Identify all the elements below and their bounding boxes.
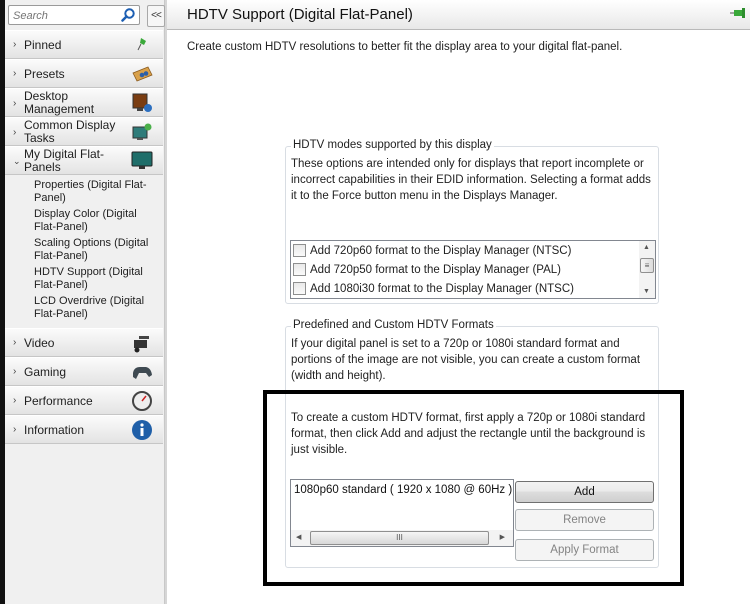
search-input[interactable] — [9, 7, 119, 25]
sidebar-item-presets[interactable]: › Presets — [5, 59, 163, 88]
sidebar-subitem-properties[interactable]: Properties (Digital Flat-Panel) — [5, 179, 163, 205]
chevron-right-icon: › — [13, 366, 17, 377]
sidebar-item-label: Gaming — [24, 365, 67, 379]
sidebar-item-label: Information — [24, 423, 85, 437]
search-icon[interactable] — [120, 7, 136, 23]
horizontal-scrollbar[interactable]: ◀ III ▶ — [291, 530, 513, 546]
scroll-down-arrow-icon[interactable]: ▼ — [643, 288, 650, 295]
checkbox[interactable] — [293, 282, 306, 295]
info-icon — [132, 420, 152, 440]
custom-format-instructions: To create a custom HDTV format, first ap… — [291, 412, 646, 456]
page-description: Create custom HDTV resolutions to better… — [187, 41, 623, 53]
sidebar-subitem-scaling-options[interactable]: Scaling Options (Digital Flat-Panel) — [5, 237, 163, 263]
sidebar-item-label: Video — [24, 336, 55, 350]
pushpin-icon[interactable] — [730, 6, 748, 20]
main-content: HDTV Support (Digital Flat-Panel) Create… — [167, 0, 750, 604]
chevron-right-icon: › — [13, 127, 17, 138]
sidebar-item-label: Desktop Management — [24, 89, 95, 116]
checkbox[interactable] — [293, 263, 306, 276]
desktop-management-icon — [132, 93, 152, 112]
hdtv-modes-list[interactable]: Add 720p60 format to the Display Manager… — [290, 240, 656, 299]
chevron-right-icon: › — [13, 424, 17, 435]
chevron-right-icon: › — [13, 98, 17, 109]
search-row: << — [8, 5, 165, 29]
sidebar-subitems: Properties (Digital Flat-Panel) Display … — [5, 175, 163, 328]
chevron-right-icon: › — [13, 337, 17, 348]
hdtv-mode-option[interactable]: Add 720p60 format to the Display Manager… — [293, 241, 571, 260]
gamepad-icon — [133, 367, 152, 379]
sidebar-subitem-hdtv-support[interactable]: HDTV Support (Digital Flat-Panel) — [5, 266, 163, 292]
formats-list[interactable]: 1080p60 standard ( 1920 x 1080 @ 60Hz ) … — [290, 479, 514, 547]
format-list-item[interactable]: 1080p60 standard ( 1920 x 1080 @ 60Hz ) — [294, 484, 512, 496]
hdtv-mode-option[interactable]: Add 720p50 format to the Display Manager… — [293, 260, 561, 279]
sidebar-subitem-lcd-overdrive[interactable]: LCD Overdrive (Digital Flat-Panel) — [5, 295, 163, 321]
hdtv-mode-option[interactable]: Add 1080i30 format to the Display Manage… — [293, 279, 574, 298]
sidebar-item-label: Presets — [24, 67, 65, 81]
video-camera-icon — [134, 336, 149, 353]
remove-button[interactable]: Remove — [515, 509, 654, 531]
group-description: If your digital panel is set to a 720p o… — [291, 338, 641, 382]
chevron-right-icon: › — [13, 39, 17, 50]
sidebar-item-my-digital-flat-panels[interactable]: ⌄ My Digital Flat-Panels — [5, 146, 163, 175]
checkbox-label: Add 1080i30 format to the Display Manage… — [310, 282, 574, 295]
display-tasks-icon — [132, 123, 152, 140]
scroll-left-arrow-icon[interactable]: ◀ — [296, 533, 301, 541]
chevron-right-icon: › — [13, 68, 17, 79]
sidebar-item-label: Performance — [24, 394, 93, 408]
sidebar-subitem-display-color[interactable]: Display Color (Digital Flat-Panel) — [5, 208, 163, 234]
add-button[interactable]: Add — [515, 481, 654, 503]
sidebar-item-label: My Digital Flat-Panels — [24, 147, 105, 174]
scrollbar-thumb[interactable]: ≡ — [640, 258, 654, 273]
scrollbar-thumb[interactable]: III — [310, 531, 489, 545]
presets-icon — [132, 66, 153, 82]
sidebar-item-information[interactable]: › Information — [5, 415, 163, 444]
search-field[interactable] — [8, 5, 140, 25]
collapse-sidebar-button[interactable]: << — [147, 5, 165, 27]
page-header: HDTV Support (Digital Flat-Panel) — [167, 0, 750, 30]
pushpin-icon — [137, 38, 146, 51]
hdtv-formats-group: Predefined and Custom HDTV Formats If yo… — [285, 319, 659, 568]
chevron-right-icon: › — [13, 395, 17, 406]
scroll-right-arrow-icon[interactable]: ▶ — [500, 533, 505, 541]
sidebar-nav: › Pinned › Presets › Desktop Management … — [5, 30, 165, 444]
checkbox-label: Add 720p50 format to the Display Manager… — [310, 263, 562, 276]
apply-format-button[interactable]: Apply Format — [515, 539, 654, 561]
group-description: These options are intended only for disp… — [291, 158, 651, 202]
sidebar-item-common-display-tasks[interactable]: › Common Display Tasks — [5, 117, 163, 146]
vertical-scrollbar[interactable]: ▲ ≡ ▼ — [639, 241, 655, 298]
gauge-icon — [132, 391, 152, 411]
group-legend: Predefined and Custom HDTV Formats — [291, 319, 496, 331]
monitor-icon — [131, 151, 153, 169]
scroll-up-arrow-icon[interactable]: ▲ — [643, 244, 650, 251]
sidebar-item-pinned[interactable]: › Pinned — [5, 30, 163, 59]
group-legend: HDTV modes supported by this display — [291, 139, 494, 151]
sidebar-item-video[interactable]: › Video — [5, 328, 163, 357]
checkbox-label: Add 720p60 format to the Display Manager… — [310, 244, 572, 257]
chevron-down-icon: ⌄ — [13, 156, 21, 166]
hdtv-modes-group: HDTV modes supported by this display The… — [285, 139, 659, 304]
page-title: HDTV Support (Digital Flat-Panel) — [187, 6, 413, 23]
sidebar-item-gaming[interactable]: › Gaming — [5, 357, 163, 386]
checkbox[interactable] — [293, 244, 306, 257]
sidebar-item-performance[interactable]: › Performance — [5, 386, 163, 415]
sidebar-item-label: Common Display Tasks — [24, 118, 116, 145]
sidebar-item-label: Pinned — [24, 38, 62, 52]
sidebar-item-desktop-management[interactable]: › Desktop Management — [5, 88, 163, 117]
